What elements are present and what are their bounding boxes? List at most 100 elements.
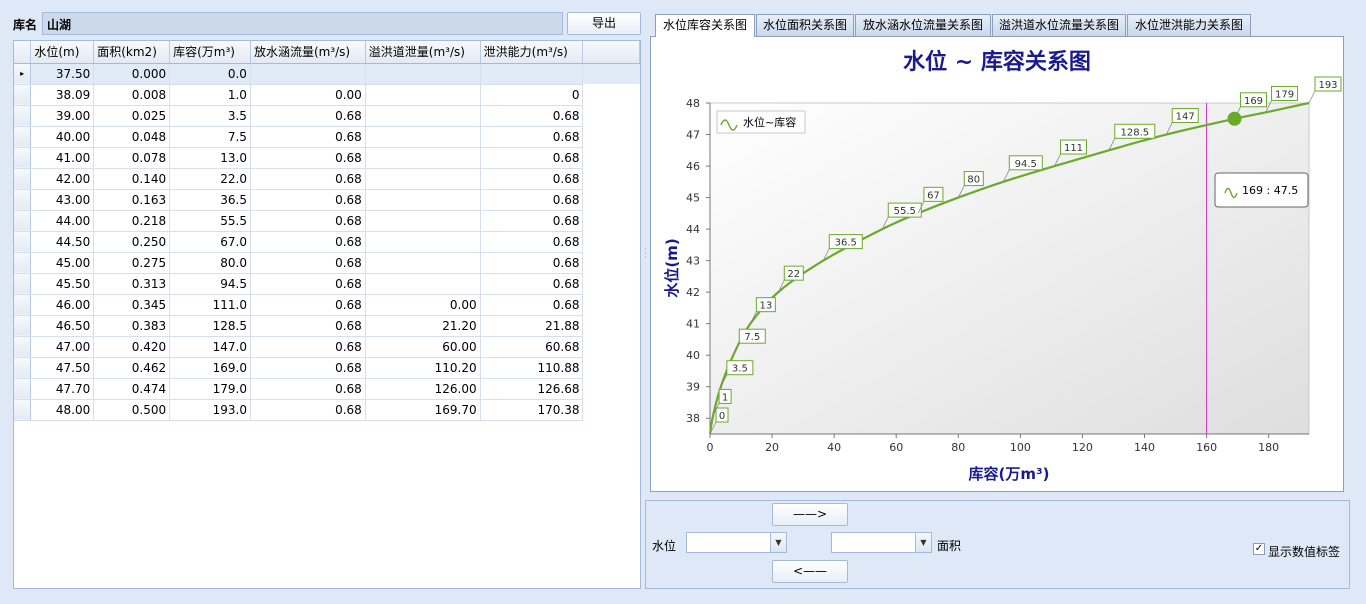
cell-storage[interactable]: 22.0 [169, 168, 251, 190]
cell-water-level[interactable]: 47.70 [30, 378, 95, 400]
row-indicator[interactable]: ▸ [14, 63, 32, 85]
cell-water-level[interactable]: 45.50 [30, 273, 95, 295]
cell-spillway-flow[interactable] [365, 105, 481, 127]
cell-spillway-flow[interactable] [365, 210, 481, 232]
cell-storage[interactable]: 147.0 [169, 336, 251, 358]
cell-area[interactable]: 0.474 [93, 378, 171, 400]
cell-storage[interactable]: 55.5 [169, 210, 251, 232]
row-indicator[interactable] [14, 231, 32, 253]
tab-discharge-capacity[interactable]: 水位泄洪能力关系图 [1127, 14, 1251, 36]
column-header-spillway-flow[interactable]: 溢洪道泄量(m³/s) [365, 41, 481, 64]
cell-discharge-capacity[interactable]: 0 [480, 84, 584, 106]
level-storage-chart[interactable]: 水位 ~ 库容关系图 0 20 40 60 80 100 120 140 160 18038394… [651, 37, 1343, 491]
cell-discharge-capacity[interactable]: 0.68 [480, 189, 584, 211]
table-row[interactable]: 47.70 0.474 179.0 0.68 126.00 126.68 [14, 378, 640, 400]
row-indicator[interactable] [14, 147, 32, 169]
cell-area[interactable]: 0.000 [93, 63, 171, 85]
cell-discharge-capacity[interactable]: 0.68 [480, 231, 584, 253]
row-indicator[interactable] [14, 336, 32, 358]
table-row[interactable]: 46.00 0.345 111.0 0.68 0.00 0.68 [14, 294, 640, 316]
export-button[interactable]: 导出 [567, 12, 641, 35]
cell-culvert-flow[interactable]: 0.68 [250, 315, 366, 337]
cell-spillway-flow[interactable] [365, 252, 481, 274]
splitter-handle[interactable]: · · · [644, 246, 648, 264]
table-row[interactable]: 38.09 0.008 1.0 0.00 0 [14, 84, 640, 106]
row-indicator[interactable] [14, 210, 32, 232]
table-row[interactable]: 46.50 0.383 128.5 0.68 21.20 21.88 [14, 315, 640, 337]
cell-storage[interactable]: 128.5 [169, 315, 251, 337]
cell-area[interactable]: 0.008 [93, 84, 171, 106]
cell-spillway-flow[interactable]: 21.20 [365, 315, 481, 337]
cell-culvert-flow[interactable]: 0.68 [250, 273, 366, 295]
cell-culvert-flow[interactable]: 0.68 [250, 357, 366, 379]
cell-discharge-capacity[interactable]: 0.68 [480, 252, 584, 274]
cell-spillway-flow[interactable] [365, 84, 481, 106]
cell-discharge-capacity[interactable]: 0.68 [480, 105, 584, 127]
cell-culvert-flow[interactable] [250, 63, 366, 85]
table-row[interactable]: 43.00 0.163 36.5 0.68 0.68 [14, 189, 640, 211]
cell-water-level[interactable]: 46.00 [30, 294, 95, 316]
cell-discharge-capacity[interactable]: 0.68 [480, 147, 584, 169]
cell-storage[interactable]: 111.0 [169, 294, 251, 316]
show-labels-text[interactable]: 显示数值标签 [1268, 543, 1340, 560]
cell-culvert-flow[interactable]: 0.68 [250, 210, 366, 232]
cell-culvert-flow[interactable]: 0.68 [250, 126, 366, 148]
table-row[interactable]: 40.00 0.048 7.5 0.68 0.68 [14, 126, 640, 148]
cell-storage[interactable]: 179.0 [169, 378, 251, 400]
cell-water-level[interactable]: 38.09 [30, 84, 95, 106]
cell-area[interactable]: 0.313 [93, 273, 171, 295]
cell-culvert-flow[interactable]: 0.68 [250, 168, 366, 190]
row-indicator[interactable] [14, 315, 32, 337]
table-row[interactable]: 41.00 0.078 13.0 0.68 0.68 [14, 147, 640, 169]
cell-spillway-flow[interactable]: 169.70 [365, 399, 481, 421]
chart-legend[interactable]: 水位~库容 [716, 110, 806, 134]
cell-discharge-capacity[interactable]: 0.68 [480, 126, 584, 148]
cell-culvert-flow[interactable]: 0.68 [250, 189, 366, 211]
cell-water-level[interactable]: 47.00 [30, 336, 95, 358]
tab-culvert-flow[interactable]: 放水涵水位流量关系图 [855, 14, 991, 36]
column-header-discharge-capacity[interactable]: 泄洪能力(m³/s) [480, 41, 584, 64]
cell-storage[interactable]: 1.0 [169, 84, 251, 106]
cell-area[interactable]: 0.500 [93, 399, 171, 421]
cell-area[interactable]: 0.140 [93, 168, 171, 190]
table-row[interactable]: 44.00 0.218 55.5 0.68 0.68 [14, 210, 640, 232]
column-header-storage[interactable]: 库容(万m³) [169, 41, 251, 64]
row-indicator[interactable] [14, 189, 32, 211]
cell-spillway-flow[interactable]: 0.00 [365, 294, 481, 316]
cell-area[interactable]: 0.078 [93, 147, 171, 169]
cell-storage[interactable]: 193.0 [169, 399, 251, 421]
cell-culvert-flow[interactable]: 0.68 [250, 399, 366, 421]
level-to-area-button[interactable]: ——> [772, 503, 848, 526]
cell-water-level[interactable]: 45.00 [30, 252, 95, 274]
cell-water-level[interactable]: 44.00 [30, 210, 95, 232]
row-indicator[interactable] [14, 399, 32, 421]
cell-water-level[interactable]: 37.50 [30, 63, 95, 85]
table-row[interactable]: ▸ 37.50 0.000 0.0 [14, 63, 640, 85]
cell-water-level[interactable]: 47.50 [30, 357, 95, 379]
cell-discharge-capacity[interactable]: 110.88 [480, 357, 584, 379]
row-indicator[interactable] [14, 105, 32, 127]
row-indicator[interactable] [14, 294, 32, 316]
cell-storage[interactable]: 7.5 [169, 126, 251, 148]
cell-area[interactable]: 0.250 [93, 231, 171, 253]
cell-water-level[interactable]: 41.00 [30, 147, 95, 169]
cell-spillway-flow[interactable] [365, 273, 481, 295]
cell-spillway-flow[interactable] [365, 63, 481, 85]
show-labels-checkbox[interactable]: ✓ [1253, 543, 1265, 555]
cell-area[interactable]: 0.275 [93, 252, 171, 274]
cell-discharge-capacity[interactable]: 0.68 [480, 294, 584, 316]
chevron-down-icon[interactable]: ▼ [770, 533, 786, 552]
table-row[interactable]: 42.00 0.140 22.0 0.68 0.68 [14, 168, 640, 190]
cell-discharge-capacity[interactable]: 126.68 [480, 378, 584, 400]
cell-area[interactable]: 0.345 [93, 294, 171, 316]
cell-discharge-capacity[interactable]: 21.88 [480, 315, 584, 337]
cell-spillway-flow[interactable]: 60.00 [365, 336, 481, 358]
cell-discharge-capacity[interactable]: 170.38 [480, 399, 584, 421]
tab-level-storage[interactable]: 水位库容关系图 [655, 14, 755, 37]
cell-culvert-flow[interactable]: 0.68 [250, 378, 366, 400]
cell-storage[interactable]: 80.0 [169, 252, 251, 274]
row-indicator[interactable] [14, 273, 32, 295]
tab-level-area[interactable]: 水位面积关系图 [756, 14, 854, 36]
cell-culvert-flow[interactable]: 0.68 [250, 294, 366, 316]
cell-water-level[interactable]: 40.00 [30, 126, 95, 148]
